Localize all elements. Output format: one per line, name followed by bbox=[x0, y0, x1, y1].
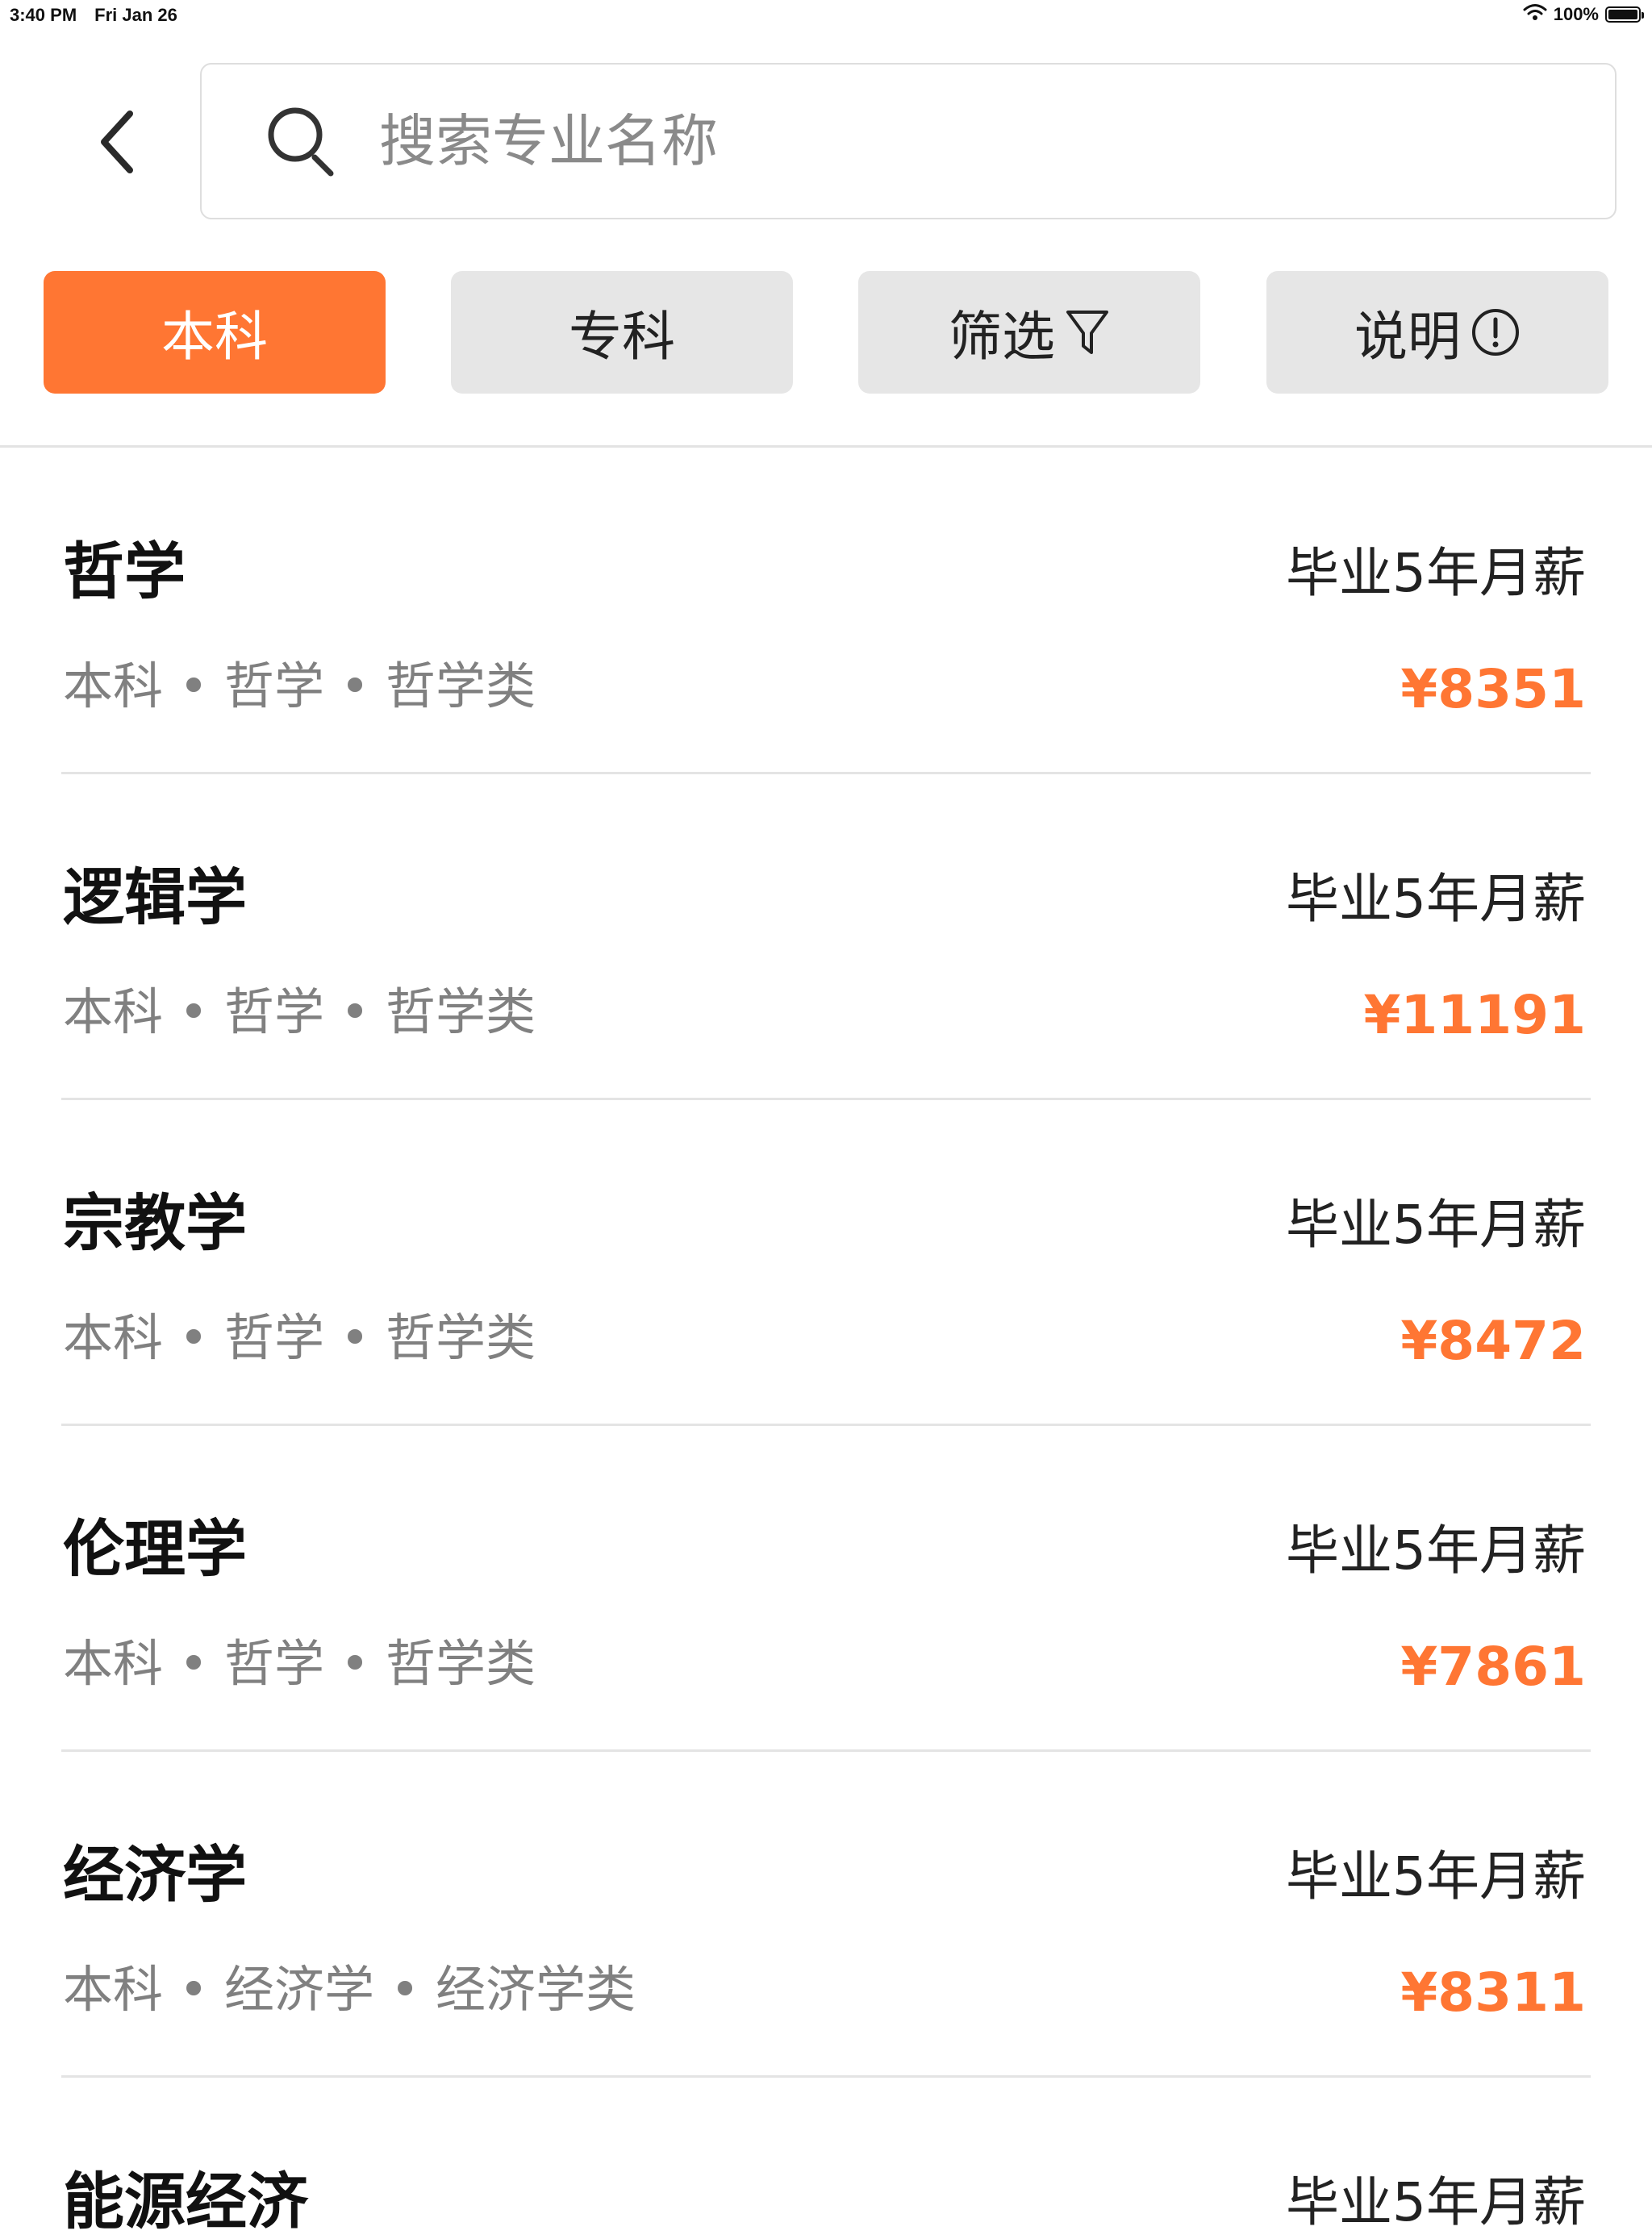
salary-value: ¥8311 bbox=[1400, 1962, 1586, 2024]
battery-icon bbox=[1605, 6, 1644, 23]
tab-junior-college[interactable]: 专科 bbox=[451, 271, 793, 394]
tab-filter[interactable]: 筛选 bbox=[858, 271, 1200, 394]
tab-label: 筛选 bbox=[949, 306, 1055, 368]
battery-fill bbox=[1608, 10, 1637, 19]
salary-label: 毕业5年月薪 bbox=[1286, 1520, 1586, 1582]
list-item[interactable]: 经济学 本科 • 经济学 • 经济学类 毕业5年月薪 ¥8311 bbox=[61, 1752, 1591, 2078]
salary-label: 毕业5年月薪 bbox=[1286, 868, 1586, 930]
major-name: 能源经济 bbox=[63, 2166, 308, 2237]
header-divider bbox=[0, 445, 1652, 448]
status-bar: 3:40 PM Fri Jan 26 100% bbox=[0, 0, 1652, 34]
search-box[interactable] bbox=[200, 63, 1617, 219]
tab-label: 说明 bbox=[1354, 306, 1461, 368]
back-button[interactable] bbox=[81, 103, 153, 184]
salary-value: ¥8472 bbox=[1400, 1310, 1586, 1372]
salary-value: ¥7861 bbox=[1400, 1636, 1586, 1698]
salary-label: 毕业5年月薪 bbox=[1286, 542, 1586, 604]
list-item[interactable]: 逻辑学 本科 • 哲学 • 哲学类 毕业5年月薪 ¥11191 bbox=[61, 774, 1591, 1100]
salary-label: 毕业5年月薪 bbox=[1286, 2171, 1586, 2233]
major-name: 经济学 bbox=[63, 1839, 247, 1911]
info-circle-icon bbox=[1471, 307, 1521, 357]
salary-value: ¥11191 bbox=[1363, 984, 1586, 1046]
major-meta: 本科 • 经济学 • 经济学类 bbox=[63, 1960, 636, 2019]
battery-percent: 100% bbox=[1553, 4, 1599, 24]
chevron-left-icon bbox=[93, 106, 141, 181]
header bbox=[0, 63, 1652, 221]
tab-label: 专科 bbox=[569, 306, 675, 368]
list-item[interactable]: 哲学 本科 • 哲学 • 哲学类 毕业5年月薪 ¥8351 bbox=[61, 448, 1591, 774]
major-name: 哲学 bbox=[63, 536, 186, 607]
list-item[interactable]: 能源经济 毕业5年月薪 bbox=[61, 2078, 1591, 2239]
tab-description[interactable]: 说明 bbox=[1266, 271, 1608, 394]
tab-undergraduate[interactable]: 本科 bbox=[44, 271, 386, 394]
status-date: Fri Jan 26 bbox=[94, 5, 177, 25]
major-name: 伦理学 bbox=[63, 1513, 247, 1585]
list-item[interactable]: 伦理学 本科 • 哲学 • 哲学类 毕业5年月薪 ¥7861 bbox=[61, 1426, 1591, 1752]
salary-label: 毕业5年月薪 bbox=[1286, 1845, 1586, 1908]
status-left: 3:40 PM Fri Jan 26 bbox=[10, 5, 177, 26]
search-input[interactable] bbox=[378, 107, 1429, 175]
major-name: 宗教学 bbox=[63, 1187, 247, 1259]
major-list: 哲学 本科 • 哲学 • 哲学类 毕业5年月薪 ¥8351 逻辑学 本科 • 哲… bbox=[0, 448, 1652, 2239]
list-item[interactable]: 宗教学 本科 • 哲学 • 哲学类 毕业5年月薪 ¥8472 bbox=[61, 1100, 1591, 1426]
status-right: 100% bbox=[1523, 3, 1644, 26]
tab-label: 本科 bbox=[161, 306, 268, 368]
salary-label: 毕业5年月薪 bbox=[1286, 1194, 1586, 1256]
category-tabs: 本科 专科 筛选 说明 bbox=[44, 271, 1608, 394]
major-meta: 本科 • 哲学 • 哲学类 bbox=[63, 982, 536, 1041]
salary-value: ¥8351 bbox=[1400, 658, 1586, 720]
status-time: 3:40 PM bbox=[10, 5, 77, 25]
major-name: 逻辑学 bbox=[63, 861, 247, 933]
wifi-icon bbox=[1523, 3, 1547, 26]
filter-icon bbox=[1065, 307, 1110, 357]
major-meta: 本科 • 哲学 • 哲学类 bbox=[63, 1308, 536, 1367]
major-meta: 本科 • 哲学 • 哲学类 bbox=[63, 1634, 536, 1693]
search-icon bbox=[261, 101, 342, 181]
major-meta: 本科 • 哲学 • 哲学类 bbox=[63, 657, 536, 715]
